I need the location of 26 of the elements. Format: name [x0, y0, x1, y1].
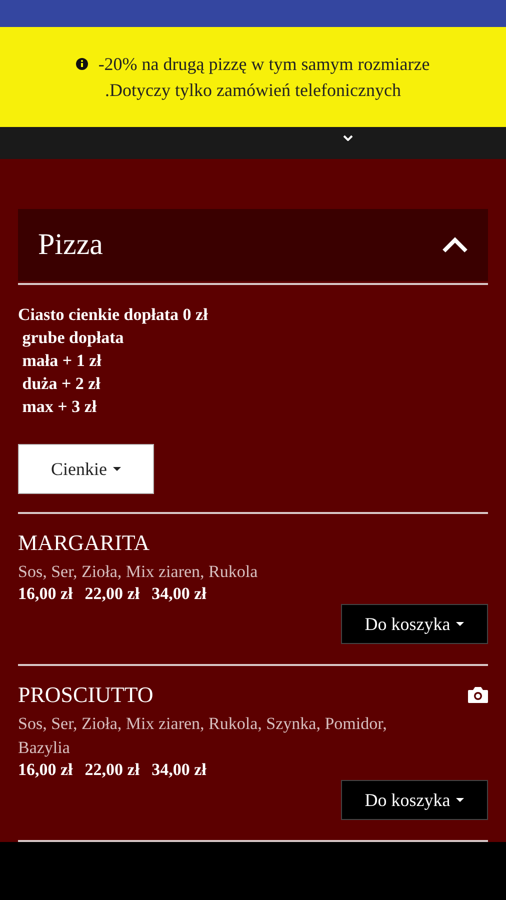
description-line: duża + 2 zł [21, 373, 102, 395]
description-line: mała + 1 zł [21, 350, 102, 372]
ingredients-text: Sos, Ser, Zioła, Mix ziaren, Rukola [18, 561, 259, 583]
dough-dropdown[interactable]: Cienkie [18, 444, 154, 494]
pizza-name: MARGARITA [18, 530, 150, 556]
price-text: 16,00 zł [18, 760, 73, 780]
pizza-name: PROSCIUTTO [18, 682, 154, 708]
description-line: max + 3 zł [21, 396, 98, 418]
chevron-down-icon [343, 135, 353, 141]
description-line: grube dopłata [21, 327, 125, 349]
description-line: Ciasto cienkie dopłata 0 zł [18, 304, 209, 326]
camera-icon[interactable] [468, 687, 488, 703]
price-text: 34,00 zł [152, 760, 206, 780]
price-text: 34,00 zł [152, 584, 206, 604]
category-title: Pizza [38, 228, 103, 262]
chevron-icon [442, 237, 468, 253]
category-header[interactable]: Pizza [18, 209, 488, 281]
add-to-cart-button[interactable]: Do koszyka [341, 604, 488, 644]
ingredients-text: Sos, Ser, Zioła, Mix ziaren, Rukola, Szynka, Pomidor, Bazylia [18, 713, 388, 759]
promo-text: -20% na drugą pizzę w tym samym rozmiarze [98, 53, 430, 76]
price-text: 22,00 zł [84, 760, 140, 780]
promo-text: .Dotyczy tylko zamówień telefonicznych [105, 79, 401, 102]
price-text: 22,00 zł [84, 584, 140, 604]
info-icon [76, 58, 88, 70]
price-text: 16,00 zł [18, 584, 73, 604]
add-to-cart-button[interactable]: Do koszyka [341, 780, 488, 820]
